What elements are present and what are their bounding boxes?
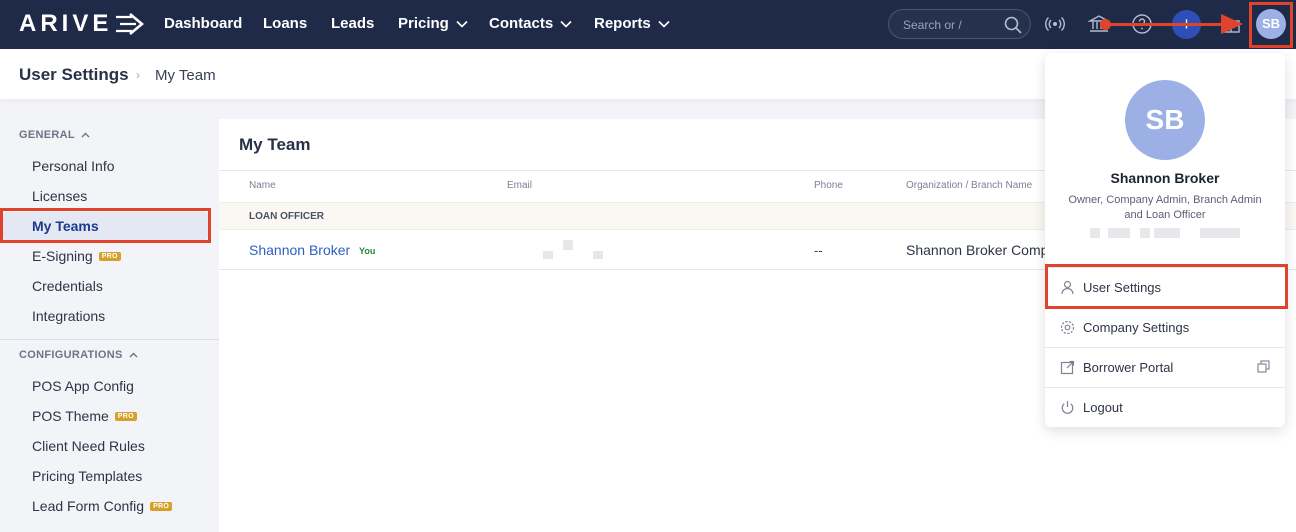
broadcast-icon[interactable] (1044, 13, 1066, 35)
member-name-link[interactable]: Shannon Broker (249, 242, 350, 258)
highlight-my-teams (0, 208, 211, 243)
highlight-avatar (1249, 2, 1293, 48)
group-label: LOAN OFFICER (249, 211, 324, 222)
nav-pricing[interactable]: Pricing (398, 15, 468, 32)
copy-icon[interactable] (1257, 360, 1270, 373)
column-header-phone[interactable]: Phone (814, 180, 843, 191)
sidebar-item-pos-theme[interactable]: POS Theme PRO (32, 408, 137, 424)
annotation-arrow-head (1221, 14, 1243, 34)
breadcrumb-current: My Team (155, 67, 216, 84)
sidebar-divider (0, 339, 219, 340)
logo-arrow-icon (116, 13, 145, 35)
redacted-contact (1140, 228, 1150, 238)
chevron-up-icon (129, 352, 138, 358)
section-general[interactable]: GENERAL (19, 129, 90, 141)
nav-reports[interactable]: Reports (594, 15, 670, 32)
profile-role: Owner, Company Admin, Branch Admin and L… (1068, 194, 1262, 221)
power-icon (1061, 401, 1074, 414)
member-phone: -- (814, 243, 823, 258)
redacted-contact (1154, 228, 1180, 238)
menu-item-label: Logout (1083, 400, 1123, 415)
search-placeholder: Search or / (903, 18, 962, 32)
redacted-contact (1090, 228, 1100, 238)
profile-name: Shannon Broker (1110, 170, 1220, 186)
highlight-user-settings (1045, 264, 1288, 309)
nav-dashboard[interactable]: Dashboard (164, 15, 242, 32)
sidebar-item-e-signing[interactable]: E-Signing PRO (32, 248, 121, 264)
arive-logo[interactable]: ARIVE (19, 10, 145, 37)
profile-avatar: SB (1125, 80, 1205, 160)
settings-sidebar: GENERAL Personal Info Licenses My Teams … (0, 119, 219, 532)
sidebar-item-pos-app-config[interactable]: POS App Config (32, 378, 134, 394)
chevron-down-icon (658, 20, 670, 28)
profile-dropdown-menu: SB Shannon Broker Owner, Company Admin, … (1045, 53, 1285, 427)
gear-icon (1060, 320, 1075, 335)
pro-badge: PRO (98, 251, 121, 261)
you-tag: You (359, 246, 376, 256)
redacted-email (563, 240, 573, 250)
search-icon (1004, 16, 1022, 34)
sidebar-item-integrations[interactable]: Integrations (32, 308, 105, 324)
sidebar-item-lead-form-config[interactable]: Lead Form Config PRO (32, 498, 173, 514)
sidebar-item-licenses[interactable]: Licenses (32, 188, 87, 204)
section-configurations[interactable]: CONFIGURATIONS (19, 349, 138, 361)
external-link-icon (1060, 360, 1075, 375)
menu-item-label: Company Settings (1083, 320, 1190, 335)
sidebar-item-credentials[interactable]: Credentials (32, 278, 103, 294)
redacted-email (593, 251, 603, 259)
annotation-arrow (1107, 23, 1225, 26)
search-input[interactable]: Search or / (888, 9, 1031, 39)
redacted-contact (1200, 228, 1240, 238)
member-organization: Shannon Broker Comp (906, 242, 1049, 258)
column-header-name[interactable]: Name (249, 180, 276, 191)
chevron-down-icon (560, 20, 572, 28)
nav-loans[interactable]: Loans (263, 15, 307, 32)
redacted-email (543, 251, 553, 259)
sidebar-item-personal-info[interactable]: Personal Info (32, 158, 115, 174)
column-header-organization[interactable]: Organization / Branch Name (906, 180, 1032, 191)
breadcrumb-parent[interactable]: User Settings (19, 65, 129, 85)
pro-badge: PRO (150, 501, 173, 511)
column-header-email[interactable]: Email (507, 180, 532, 191)
nav-contacts[interactable]: Contacts (489, 15, 572, 32)
pro-badge: PRO (114, 411, 137, 421)
page-title: My Team (239, 135, 311, 154)
sidebar-item-client-need-rules[interactable]: Client Need Rules (32, 438, 145, 454)
menu-item-borrower-portal[interactable]: Borrower Portal (1045, 347, 1285, 387)
redacted-contact (1108, 228, 1130, 238)
chevron-down-icon (456, 20, 468, 28)
nav-leads[interactable]: Leads (331, 15, 374, 32)
menu-item-label: Borrower Portal (1083, 360, 1174, 375)
breadcrumb-separator: › (136, 68, 140, 82)
sidebar-item-pricing-templates[interactable]: Pricing Templates (32, 468, 142, 484)
chevron-up-icon (81, 132, 90, 138)
menu-item-logout[interactable]: Logout (1045, 387, 1285, 427)
menu-item-company-settings[interactable]: Company Settings (1045, 307, 1285, 347)
